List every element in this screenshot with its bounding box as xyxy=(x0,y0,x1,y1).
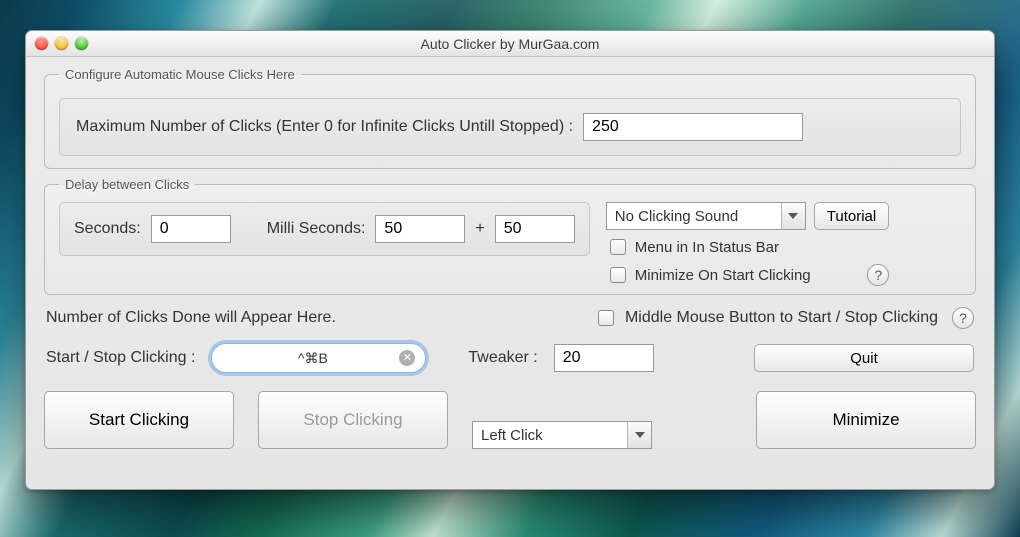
desktop-background: Auto Clicker by MurGaa.com Configure Aut… xyxy=(0,0,1020,537)
configure-group: Configure Automatic Mouse Clicks Here Ma… xyxy=(44,67,976,169)
menu-statusbar-checkbox[interactable] xyxy=(610,239,626,255)
hotkey-input[interactable]: ^⌘B ✕ xyxy=(211,343,426,373)
options-column: No Clicking Sound Tutorial Menu in In St… xyxy=(606,202,889,286)
bottom-row: Start Clicking Stop Clicking Left Click … xyxy=(44,391,976,449)
max-clicks-input[interactable] xyxy=(583,113,803,141)
sound-select[interactable]: No Clicking Sound xyxy=(606,202,806,230)
start-clicking-button[interactable]: Start Clicking xyxy=(44,391,234,449)
ms1-input[interactable] xyxy=(375,215,465,243)
help-icon-2[interactable]: ? xyxy=(952,307,974,329)
seconds-input[interactable] xyxy=(151,215,231,243)
delay-group: Delay between Clicks Seconds: Milli Seco… xyxy=(44,177,976,295)
menu-statusbar-label: Menu in In Status Bar xyxy=(635,239,779,256)
hotkey-row: Start / Stop Clicking : ^⌘B ✕ Tweaker : … xyxy=(46,343,974,373)
close-icon[interactable] xyxy=(35,37,48,50)
minimize-on-start-label: Minimize On Start Clicking xyxy=(635,267,811,284)
status-row: Number of Clicks Done will Appear Here. … xyxy=(46,307,974,329)
minimize-button[interactable]: Minimize xyxy=(756,391,976,449)
minimize-on-start-checkbox[interactable] xyxy=(610,267,626,283)
tutorial-button[interactable]: Tutorial xyxy=(814,202,889,230)
hotkey-value: ^⌘B xyxy=(226,350,399,367)
window-title: Auto Clicker by MurGaa.com xyxy=(421,36,600,52)
ms2-input[interactable] xyxy=(495,215,575,243)
tweaker-label: Tweaker : xyxy=(468,349,537,367)
delay-group-legend: Delay between Clicks xyxy=(59,177,195,192)
max-clicks-row: Maximum Number of Clicks (Enter 0 for In… xyxy=(59,98,961,156)
plus-label: + xyxy=(475,220,484,238)
minimize-icon[interactable] xyxy=(55,37,68,50)
middle-mouse-label: Middle Mouse Button to Start / Stop Clic… xyxy=(625,309,938,327)
quit-button[interactable]: Quit xyxy=(754,344,974,372)
clear-icon[interactable]: ✕ xyxy=(399,350,415,366)
click-type-value: Left Click xyxy=(481,427,543,444)
sound-select-value: No Clicking Sound xyxy=(615,208,738,225)
click-type-select[interactable]: Left Click xyxy=(472,421,652,449)
zoom-icon[interactable] xyxy=(75,37,88,50)
titlebar[interactable]: Auto Clicker by MurGaa.com xyxy=(26,31,994,57)
traffic-lights xyxy=(35,37,88,50)
ms-label: Milli Seconds: xyxy=(267,220,366,238)
app-window: Auto Clicker by MurGaa.com Configure Aut… xyxy=(25,30,995,490)
middle-mouse-checkbox[interactable] xyxy=(598,310,614,326)
chevron-down-icon xyxy=(627,422,651,448)
stop-clicking-button[interactable]: Stop Clicking xyxy=(258,391,448,449)
seconds-label: Seconds: xyxy=(74,220,141,238)
tweaker-input[interactable] xyxy=(554,344,654,372)
window-body: Configure Automatic Mouse Clicks Here Ma… xyxy=(26,57,994,489)
status-text: Number of Clicks Done will Appear Here. xyxy=(46,309,336,327)
help-icon[interactable]: ? xyxy=(867,264,889,286)
chevron-down-icon xyxy=(781,203,805,229)
max-clicks-label: Maximum Number of Clicks (Enter 0 for In… xyxy=(76,118,573,136)
hotkey-label: Start / Stop Clicking : xyxy=(46,349,195,367)
configure-group-legend: Configure Automatic Mouse Clicks Here xyxy=(59,67,301,82)
delay-box: Seconds: Milli Seconds: + xyxy=(59,202,590,256)
